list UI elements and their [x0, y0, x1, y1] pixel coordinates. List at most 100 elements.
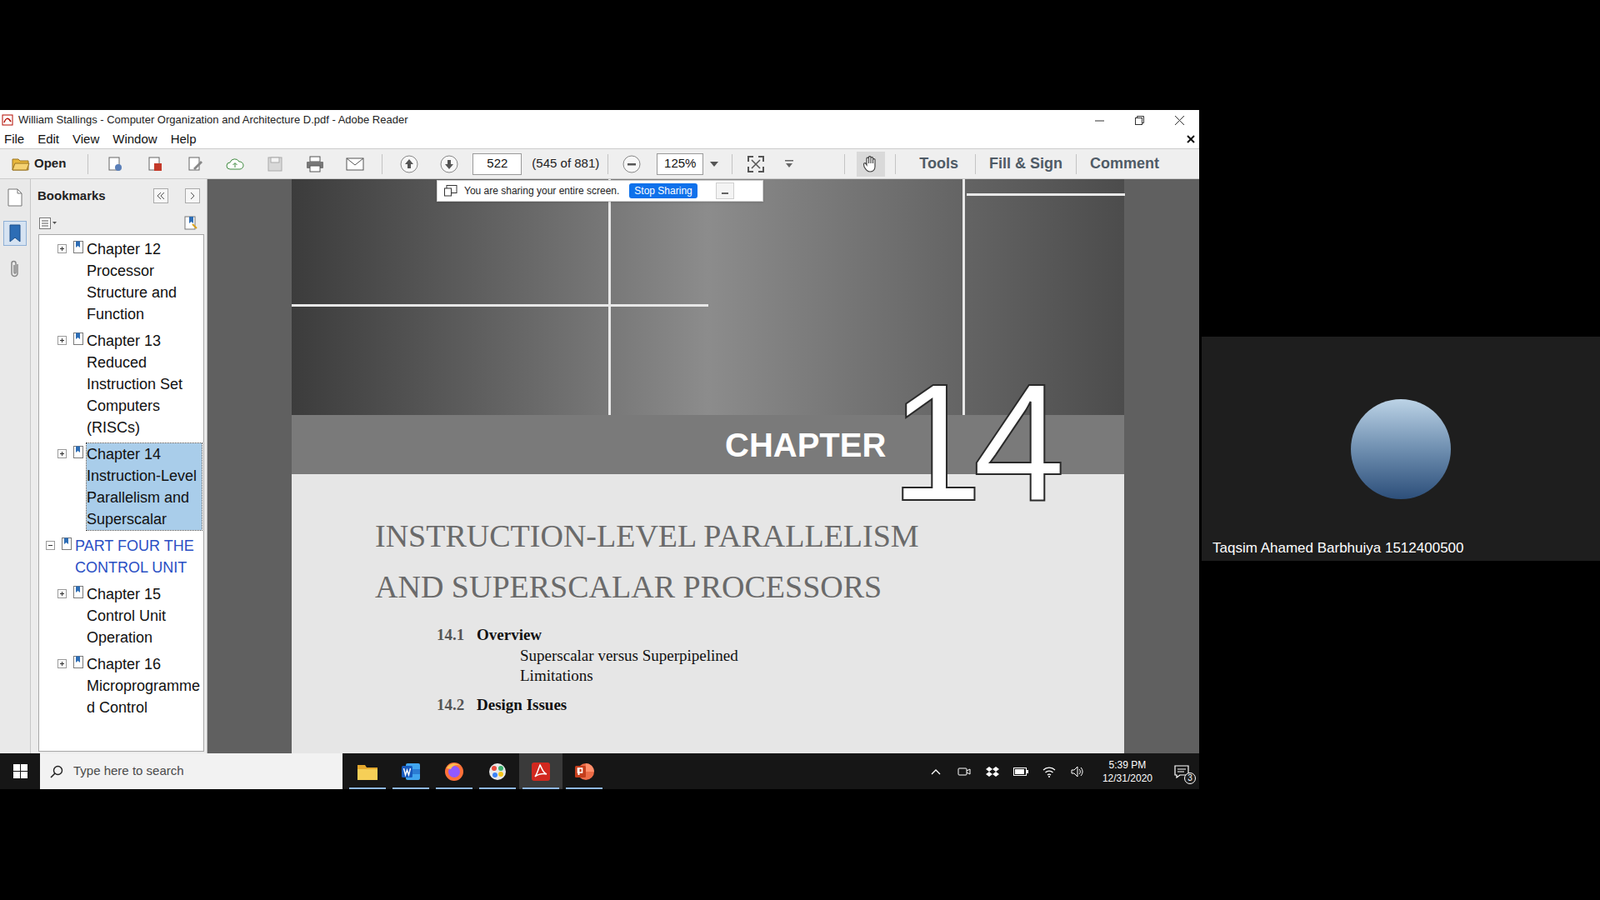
bookmark-icon — [73, 240, 84, 254]
meet-now-icon[interactable] — [954, 761, 975, 782]
cloud-icon[interactable] — [225, 154, 245, 175]
toolbar: Open 522 (545 of 881) 125% — [0, 148, 1200, 180]
expand-toggle-icon[interactable] — [57, 659, 67, 669]
collapse-panel-icon[interactable] — [153, 188, 169, 204]
page-number: 522 — [486, 154, 508, 174]
taskbar-app[interactable] — [475, 753, 520, 790]
taskbar-app[interactable] — [389, 753, 433, 790]
expand-toggle-icon[interactable] — [57, 335, 67, 345]
more-tools-icon[interactable] — [782, 154, 796, 175]
search-icon — [50, 765, 64, 779]
menu-item[interactable]: View — [72, 130, 100, 150]
previous-page-icon[interactable] — [399, 154, 420, 175]
print-icon[interactable] — [305, 154, 325, 175]
close-document-icon[interactable] — [1185, 134, 1196, 145]
menu-item[interactable]: Window — [112, 130, 157, 150]
tools-button[interactable]: Tools — [919, 152, 959, 175]
fit-page-icon[interactable] — [745, 154, 766, 175]
bookmark-icon — [73, 332, 84, 345]
expand-toggle-icon[interactable] — [57, 244, 67, 254]
expand-toggle-icon[interactable] — [57, 449, 67, 459]
sharing-banner: You are sharing your entire screen. Stop… — [436, 180, 764, 202]
chapter-title: INSTRUCTION-LEVEL PARALLELISMAND SUPERSC… — [375, 510, 1125, 613]
contents-section[interactable]: 14.1OverviewSuperscalar versus Superpipe… — [436, 624, 1125, 686]
bookmark-label[interactable]: PART FOUR THE CONTROL UNIT — [75, 535, 202, 579]
shared-screen: William Stallings - Computer Organizatio… — [0, 110, 1200, 790]
bookmark-list: Chapter 12 Processor Structure and Funct… — [38, 234, 205, 752]
notification-count: 3 — [1184, 772, 1196, 785]
page-number-field[interactable]: 522 — [472, 153, 522, 175]
bookmark-item[interactable]: Chapter 16 Microprogrammed Control — [39, 653, 204, 719]
taskbar-app[interactable] — [519, 753, 563, 790]
dropbox-icon[interactable] — [982, 761, 1003, 782]
taskbar-app[interactable] — [562, 753, 606, 790]
menu-item[interactable]: Edit — [37, 130, 60, 150]
comment-button[interactable]: Comment — [1090, 152, 1160, 175]
export-pdf-icon[interactable] — [145, 154, 165, 175]
taskbar-app[interactable] — [345, 753, 390, 790]
navigation-strip — [0, 179, 31, 754]
taskbar: 5:39 PM 12/31/2020 3 — [0, 753, 1200, 790]
minimize-icon[interactable] — [1079, 110, 1120, 130]
new-bookmark-icon[interactable] — [183, 215, 199, 231]
bookmark-label[interactable]: Chapter 16 Microprogrammed Control — [86, 653, 202, 719]
search-input[interactable] — [73, 761, 343, 781]
menu-item[interactable]: Help — [170, 130, 197, 150]
minimize-banner-icon[interactable] — [715, 182, 735, 200]
close-icon[interactable] — [1159, 110, 1200, 130]
show-hidden-icons-icon[interactable] — [925, 761, 946, 782]
bookmark-item[interactable]: PART FOUR THE CONTROL UNIT — [39, 535, 204, 579]
edit-pdf-icon[interactable] — [185, 154, 205, 175]
wifi-icon[interactable] — [1039, 761, 1060, 782]
chapter-band: CHAPTER 14 — [291, 415, 1125, 475]
participant-avatar — [1350, 399, 1451, 500]
title-bar: William Stallings - Computer Organizatio… — [0, 110, 1200, 130]
section-number: 14.2 — [436, 694, 477, 716]
fill-sign-button[interactable]: Fill & Sign — [989, 152, 1063, 175]
email-icon[interactable] — [345, 154, 365, 175]
section-title: Overview — [476, 624, 542, 646]
hand-tool-icon[interactable] — [856, 151, 885, 177]
participant-name: Taqsim Ahamed Barbhuiya 1512400500 — [1201, 537, 1465, 560]
zoom-field[interactable]: 125% — [656, 153, 704, 175]
clock[interactable]: 5:39 PM 12/31/2020 — [1099, 758, 1156, 785]
taskbar-search[interactable] — [40, 753, 343, 790]
paint-icon — [486, 761, 509, 782]
options-icon[interactable] — [39, 216, 58, 230]
volume-icon[interactable] — [1067, 761, 1088, 782]
save-icon[interactable] — [265, 154, 285, 175]
restore-icon[interactable] — [1119, 110, 1160, 130]
open-button[interactable]: Open — [11, 152, 66, 176]
create-pdf-icon[interactable] — [105, 154, 125, 175]
bookmark-item[interactable]: Chapter 12 Processor Structure and Funct… — [39, 238, 204, 325]
pdf-page: CHAPTER 14 INSTRUCTION-LEVEL PARALLELISM… — [291, 179, 1125, 754]
bookmark-item[interactable]: Chapter 14 Instruction-Level Parallelism… — [39, 443, 204, 530]
start-windows-icon[interactable] — [0, 753, 40, 790]
bookmark-label[interactable]: Chapter 13 Reduced Instruction Set Compu… — [86, 330, 202, 439]
screen-share-icon — [444, 185, 458, 197]
zoom-dropdown-icon[interactable] — [708, 154, 720, 175]
bookmark-icon — [73, 585, 84, 599]
bookmark-item[interactable]: Chapter 13 Reduced Instruction Set Compu… — [39, 330, 204, 439]
taskbar-app[interactable] — [432, 753, 476, 790]
battery-icon[interactable] — [1010, 761, 1031, 782]
expand-toggle-icon[interactable] — [45, 540, 55, 550]
attachments-icon[interactable] — [4, 257, 26, 281]
bookmark-label[interactable]: Chapter 12 Processor Structure and Funct… — [86, 238, 202, 325]
bookmark-item[interactable]: Chapter 15 Control Unit Operation — [39, 583, 204, 649]
bookmark-label[interactable]: Chapter 14 Instruction-Level Parallelism… — [86, 443, 202, 530]
expand-panel-icon[interactable] — [185, 188, 200, 204]
contents-section[interactable]: 14.2Design Issues — [436, 694, 1125, 716]
bookmarks-panel: Bookmarks Chapter 12 Processor Structure… — [30, 179, 208, 754]
bookmarks-panel-icon[interactable] — [3, 220, 27, 246]
explorer-icon — [356, 761, 379, 782]
stop-sharing-button[interactable]: Stop Sharing — [629, 183, 697, 199]
zoom-out-icon[interactable] — [621, 154, 642, 175]
menu-item[interactable]: File — [4, 130, 25, 150]
expand-toggle-icon[interactable] — [57, 589, 67, 599]
next-page-icon[interactable] — [439, 154, 460, 175]
bookmark-label[interactable]: Chapter 15 Control Unit Operation — [86, 583, 202, 649]
notifications-button[interactable]: 3 — [1169, 759, 1195, 785]
chapter-contents: 14.1OverviewSuperscalar versus Superpipe… — [375, 624, 1125, 716]
page-thumbnails-icon[interactable] — [4, 185, 26, 210]
